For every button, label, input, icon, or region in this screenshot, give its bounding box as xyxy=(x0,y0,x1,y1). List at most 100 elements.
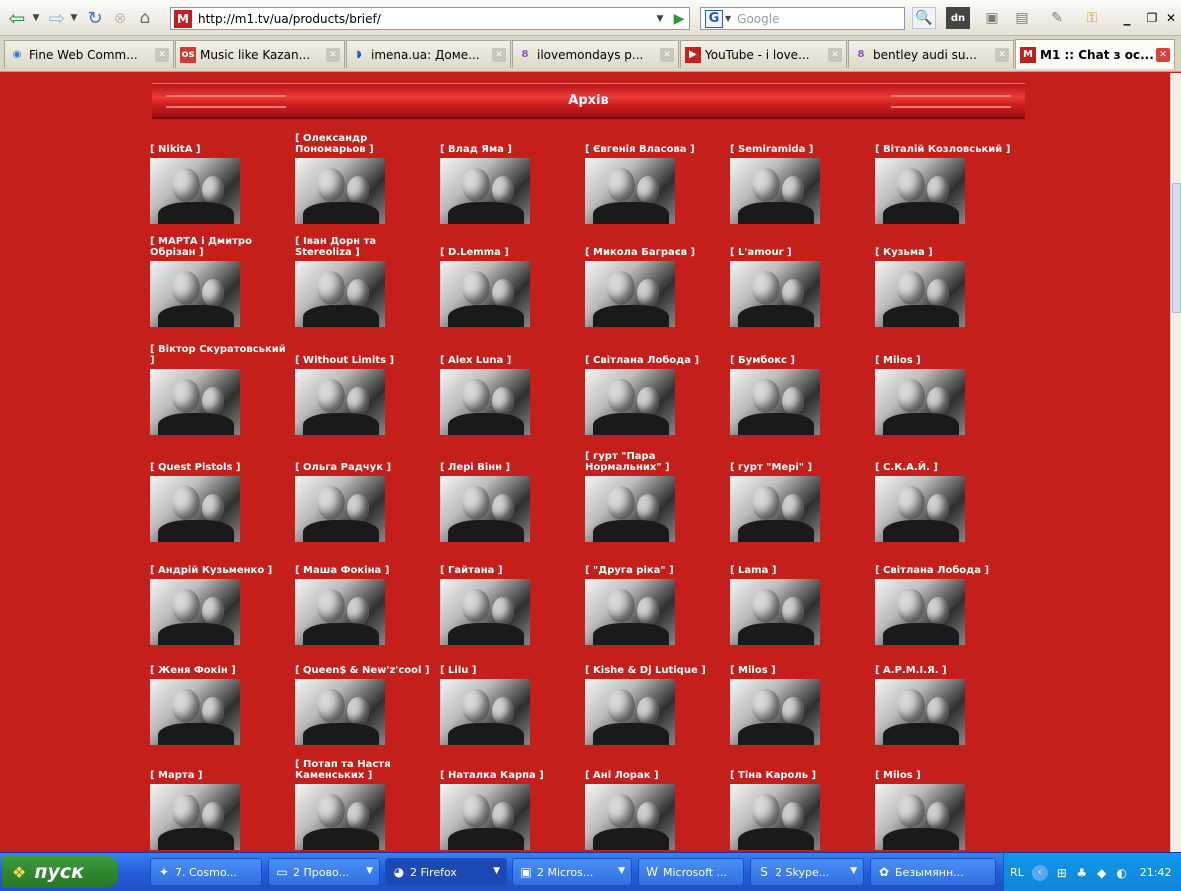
taskbar-item[interactable]: ▣ 2 Micros... ▼ xyxy=(512,858,632,886)
addon-tool-icon[interactable]: ▣ xyxy=(980,7,1004,29)
volume-icon[interactable]: ◐ xyxy=(1114,865,1130,881)
language-indicator[interactable]: RL xyxy=(1010,866,1024,879)
artist-photo[interactable] xyxy=(585,261,675,327)
artist-name-link[interactable]: [ Alex Luna ] xyxy=(440,336,580,366)
artist-name-link[interactable]: [ Світлана Лобода ] xyxy=(585,336,725,366)
artist-photo[interactable] xyxy=(730,158,820,224)
artist-photo[interactable] xyxy=(585,579,675,645)
artist-name-link[interactable]: [ Наталка Карпа ] xyxy=(440,751,580,781)
browser-tab[interactable]: 8 bentley audi su... ✕ xyxy=(848,40,1014,68)
search-box[interactable]: G ▼ Google xyxy=(700,7,905,30)
artist-name-link[interactable]: [ гурт "Пара Нормальних" ] xyxy=(585,443,725,473)
artist-photo[interactable] xyxy=(440,579,530,645)
addon-tool-icon-2[interactable]: ▤ xyxy=(1010,7,1034,29)
artist-name-link[interactable]: [ Гайтана ] xyxy=(440,546,580,576)
tab-close-icon[interactable]: ✕ xyxy=(660,47,674,62)
engine-dropdown-icon[interactable]: ▼ xyxy=(725,14,731,23)
restore-icon[interactable]: ❐ xyxy=(1140,7,1164,29)
back-dropdown-icon[interactable]: ▼ xyxy=(30,8,42,28)
artist-name-link[interactable]: [ Кузьма ] xyxy=(875,228,1015,258)
artist-name-link[interactable]: [ Євгенія Власова ] xyxy=(585,125,725,155)
start-button[interactable]: ❖ пуск xyxy=(2,856,118,888)
tab-close-icon[interactable]: ✕ xyxy=(995,47,1009,62)
artist-name-link[interactable]: [ Milos ] xyxy=(875,336,1015,366)
taskbar-item[interactable]: ✿ Безымянн... xyxy=(870,858,996,886)
browser-tab[interactable]: ◗ imena.ua: Доме... ✕ xyxy=(346,40,511,68)
artist-photo[interactable] xyxy=(440,679,530,745)
search-input[interactable]: Google xyxy=(737,12,779,26)
artist-name-link[interactable]: [ Віктор Скуратовський ] xyxy=(150,336,290,366)
artist-photo[interactable] xyxy=(150,261,240,327)
artist-photo[interactable] xyxy=(150,369,240,435)
artist-name-link[interactable]: [ Kishe & Dj Lutique ] xyxy=(585,646,725,676)
dn-addon-icon[interactable]: dn xyxy=(946,7,970,29)
scrollbar-thumb[interactable] xyxy=(1172,183,1181,313)
artist-photo[interactable] xyxy=(295,369,385,435)
artist-photo[interactable] xyxy=(730,369,820,435)
taskbar-item[interactable]: ▭ 2 Прово... ▼ xyxy=(268,858,380,886)
artist-name-link[interactable]: [ Марта ] xyxy=(150,751,290,781)
artist-name-link[interactable]: [ Микола Багрaєв ] xyxy=(585,228,725,258)
artist-name-link[interactable]: [ NikitA ] xyxy=(150,125,290,155)
artist-name-link[interactable]: [ Queen$ & New'z'cool ] xyxy=(295,646,435,676)
artist-name-link[interactable]: [ Lilu ] xyxy=(440,646,580,676)
forward-arrow-icon[interactable]: ⇨ xyxy=(46,6,68,30)
artist-photo[interactable] xyxy=(730,784,820,850)
artist-photo[interactable] xyxy=(730,476,820,542)
artist-name-link[interactable]: [ Milos ] xyxy=(875,751,1015,781)
artist-photo[interactable] xyxy=(585,476,675,542)
artist-name-link[interactable]: [ Маша Фокіна ] xyxy=(295,546,435,576)
artist-photo[interactable] xyxy=(730,579,820,645)
tab-close-icon[interactable]: ✕ xyxy=(155,47,169,62)
tab-close-icon[interactable]: ✕ xyxy=(326,47,340,62)
browser-tab[interactable]: M M1 :: Chat з ос... ✕ xyxy=(1015,39,1175,69)
edit-icon[interactable]: ✎ xyxy=(1045,7,1069,29)
artist-photo[interactable] xyxy=(295,579,385,645)
artist-name-link[interactable]: [ Without Limits ] xyxy=(295,336,435,366)
artist-photo[interactable] xyxy=(440,261,530,327)
artist-name-link[interactable]: [ Semiramida ] xyxy=(730,125,870,155)
url-text[interactable]: http://m1.tv/ua/products/brief/ xyxy=(198,12,651,26)
taskbar-item[interactable]: ✦ 7. Cosmo... xyxy=(150,858,262,886)
artist-photo[interactable] xyxy=(585,784,675,850)
go-arrow-icon[interactable]: ▶ xyxy=(669,11,689,27)
artist-name-link[interactable]: [ Лері Вінн ] xyxy=(440,443,580,473)
artist-photo[interactable] xyxy=(730,679,820,745)
artist-name-link[interactable]: [ D.Lemma ] xyxy=(440,228,580,258)
artist-photo[interactable] xyxy=(585,158,675,224)
artist-photo[interactable] xyxy=(875,476,965,542)
taskbar-item[interactable]: W Microsoft ... xyxy=(638,858,744,886)
reload-icon[interactable]: ↻ xyxy=(84,8,106,29)
artist-photo[interactable] xyxy=(440,158,530,224)
vertical-scrollbar[interactable] xyxy=(1170,73,1181,852)
people-icon[interactable]: ♣ xyxy=(1074,865,1090,881)
artist-name-link[interactable]: [ Олександр Пономарьов ] xyxy=(295,125,435,155)
home-icon[interactable]: ⌂ xyxy=(134,8,156,28)
artist-name-link[interactable]: [ Тіна Кароль ] xyxy=(730,751,870,781)
close-icon[interactable]: ✕ xyxy=(1163,7,1179,29)
artist-name-link[interactable]: [ гурт "Мері" ] xyxy=(730,443,870,473)
artist-name-link[interactable]: [ Влад Яма ] xyxy=(440,125,580,155)
back-arrow-icon[interactable]: ⇦ xyxy=(4,6,30,30)
artist-photo[interactable] xyxy=(875,784,965,850)
artist-photo[interactable] xyxy=(295,261,385,327)
artist-photo[interactable] xyxy=(875,261,965,327)
artist-photo[interactable] xyxy=(150,158,240,224)
browser-tab[interactable]: ◉ Fine Web Comm... ✕ xyxy=(4,40,174,68)
artist-name-link[interactable]: [ Женя Фокін ] xyxy=(150,646,290,676)
taskbar-item[interactable]: ◕ 2 Firefox ▼ xyxy=(385,858,507,886)
artist-name-link[interactable]: [ Milos ] xyxy=(730,646,870,676)
artist-photo[interactable] xyxy=(875,579,965,645)
artist-name-link[interactable]: [ Іван Дорн та Stereoliza ] xyxy=(295,228,435,258)
artist-photo[interactable] xyxy=(440,369,530,435)
stop-icon[interactable]: ⊗ xyxy=(110,8,130,28)
artist-photo[interactable] xyxy=(440,784,530,850)
artist-photo[interactable] xyxy=(150,679,240,745)
browser-tab[interactable]: os Music like Kazan... ✕ xyxy=(175,40,345,68)
artist-name-link[interactable]: [ Андрій Кузьменко ] xyxy=(150,546,290,576)
artist-name-link[interactable]: [ Lama ] xyxy=(730,546,870,576)
artist-photo[interactable] xyxy=(585,679,675,745)
key-icon[interactable]: ⚿ xyxy=(1080,7,1104,29)
artist-name-link[interactable]: [ Quest Pistols ] xyxy=(150,443,290,473)
artist-name-link[interactable]: [ "Друга ріка" ] xyxy=(585,546,725,576)
